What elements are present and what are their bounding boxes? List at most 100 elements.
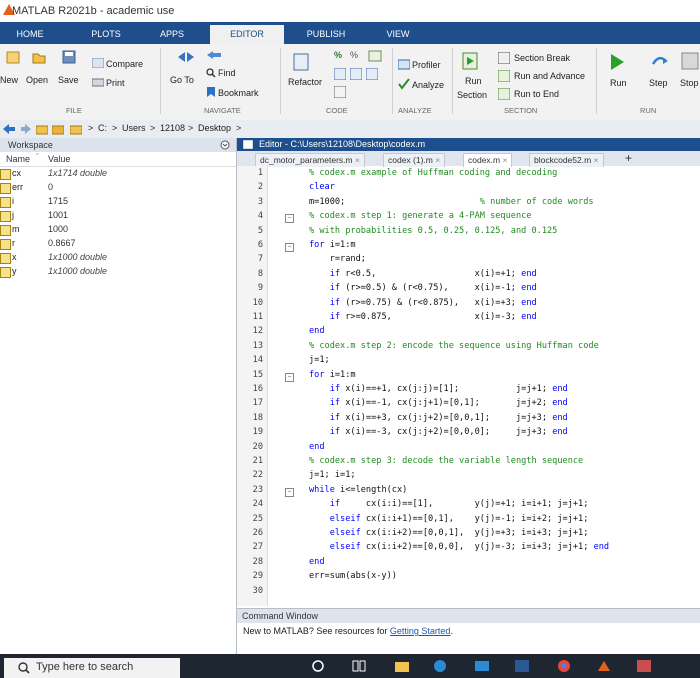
code-line[interactable]: r=rand; (309, 254, 366, 264)
code-line[interactable]: % with probabilities 0.5, 0.25, 0.125, a… (309, 226, 557, 236)
tab-plots[interactable]: PLOTS (84, 25, 128, 44)
code-line[interactable]: j=1; i=1; (309, 470, 356, 480)
workspace-variable-row[interactable]: m 1000 (0, 223, 236, 237)
edge-browser-icon[interactable] (432, 659, 448, 673)
code-line[interactable]: if (r>=0.5) & (r<0.75), x(i)=-1; end (309, 283, 537, 293)
close-icon[interactable]: × (503, 155, 508, 165)
section-break-button[interactable]: Section Break (514, 53, 570, 63)
code-line[interactable]: for i=1:m (309, 240, 356, 250)
code-line[interactable]: elseif cx(i:i+1)==[0,1], y(j)=-1; i=i+2;… (309, 514, 589, 524)
path-12108[interactable]: 12108 (160, 123, 185, 133)
fold-toggle-icon[interactable]: − (285, 372, 294, 382)
column-value-header[interactable]: Value (48, 154, 70, 164)
code-line[interactable]: if cx(i:i)==[1], y(j)=+1; i=i+1; j=j+1; (309, 499, 589, 509)
code-line[interactable]: if r<0.5, x(i)=+1; end (309, 269, 537, 279)
uncomment-icon[interactable]: % (350, 50, 358, 60)
run-button[interactable]: Run (610, 78, 627, 88)
go-to-button[interactable]: Go To (170, 75, 194, 85)
panel-options-icon[interactable] (220, 140, 230, 150)
forward-arrow-icon[interactable] (20, 123, 32, 135)
close-icon[interactable]: × (594, 155, 599, 165)
path-desktop[interactable]: Desktop (198, 123, 231, 133)
tab-home[interactable]: HOME (8, 25, 52, 44)
code-line[interactable]: % codex.m step 1: generate a 4-PAM seque… (309, 211, 531, 221)
new-button[interactable]: New (0, 75, 18, 85)
code-line[interactable]: if (r>=0.75) & (r<0.875), x(i)=+3; end (309, 298, 537, 308)
code-line[interactable]: m=1000; % number of code words (309, 197, 594, 207)
outdent-icon[interactable] (366, 68, 378, 80)
code-line[interactable]: if x(i)==-3, cx(j:j+2)=[0,0,0]; j=j+3; e… (309, 427, 568, 437)
profiler-button[interactable]: Profiler (412, 60, 441, 70)
workspace-variable-row[interactable]: j 1001 (0, 209, 236, 223)
bookmark-button[interactable]: Bookmark (218, 88, 259, 98)
code-line[interactable]: for i=1:m (309, 370, 356, 380)
workspace-variable-row[interactable]: err 0 (0, 181, 236, 195)
app-icon[interactable] (636, 659, 652, 673)
wrap-comments-icon[interactable] (368, 50, 382, 62)
word-icon[interactable] (514, 659, 530, 673)
code-line[interactable]: if x(i)==-1, cx(j:j+1)=[0,1]; j=j+2; end (309, 398, 568, 408)
code-line[interactable]: % codex.m step 2: encode the sequence us… (309, 341, 599, 351)
code-line[interactable]: end (309, 557, 325, 567)
editor-tab-blockcode52[interactable]: blockcode52.m × (529, 153, 604, 167)
find-button[interactable]: Find (218, 68, 236, 78)
code-area[interactable]: 1 2 3 4 5 6 7 8 9 10 11 12 13 14 15 16 17 18 19 20 21 22 23 24 2… (237, 166, 700, 606)
fold-toggle-icon[interactable]: − (285, 214, 294, 224)
compare-button[interactable]: Compare (106, 59, 143, 69)
print-button[interactable]: Print (106, 78, 125, 88)
editor-tab-codex-1[interactable]: codex (1).m × (383, 153, 446, 167)
code-line[interactable]: if r>=0.875, x(i)=-3; end (309, 312, 537, 322)
code-line[interactable]: while i<=length(cx) (309, 485, 407, 495)
step-button[interactable]: Step (649, 78, 668, 88)
code-line[interactable]: end (309, 442, 325, 452)
workspace-variable-row[interactable]: i 1715 (0, 195, 236, 209)
fold-toggle-icon[interactable]: − (285, 243, 294, 252)
close-icon[interactable]: × (355, 155, 360, 165)
comment-percent-icon[interactable]: % (334, 50, 342, 60)
path-users[interactable]: Users (122, 123, 146, 133)
mail-icon[interactable] (474, 659, 490, 673)
code-line[interactable]: err=sum(abs(x-y)) (309, 571, 397, 581)
editor-tab-codex[interactable]: codex.m × (463, 153, 513, 167)
run-and-advance-button[interactable]: Run and Advance (514, 71, 585, 81)
run-section-button-line2[interactable]: Section (457, 90, 487, 100)
run-to-end-button[interactable]: Run to End (514, 89, 559, 99)
open-button[interactable]: Open (26, 75, 48, 85)
indent-icon[interactable] (350, 68, 362, 80)
file-explorer-icon[interactable] (394, 659, 410, 673)
matlab-taskbar-icon[interactable] (596, 659, 612, 673)
code-line[interactable]: elseif cx(i:i+2)==[0,0,1], y(j)=+3; i=i+… (309, 528, 589, 538)
code-line[interactable]: if x(i)==+3, cx(j:j+2)=[0,0,1]; j=j+3; e… (309, 413, 568, 423)
stop-button[interactable]: Stop (680, 78, 699, 88)
tab-view[interactable]: VIEW (368, 25, 428, 44)
tab-editor[interactable]: EDITOR (210, 25, 284, 44)
tab-apps[interactable]: APPS (150, 25, 194, 44)
code-line[interactable]: % codex.m step 3: decode the variable le… (309, 456, 583, 466)
task-view-icon[interactable] (352, 660, 366, 672)
tab-publish[interactable]: PUBLISH (296, 25, 356, 44)
code-line[interactable]: if x(i)==+1, cx(j:j)=[1]; j=j+1; end (309, 384, 568, 394)
code-line[interactable]: end (309, 326, 325, 336)
editor-tab-dc-motor[interactable]: dc_motor_parameters.m × (255, 153, 365, 167)
cortana-icon[interactable] (312, 660, 324, 672)
workspace-variable-row[interactable]: y 1x1000 double (0, 265, 236, 279)
command-window[interactable]: Command Window New to MATLAB? See resour… (237, 608, 700, 655)
up-folder-icon[interactable] (36, 123, 48, 135)
sort-arrow-icon[interactable]: ˇ (36, 152, 39, 162)
browse-folder-icon[interactable] (52, 123, 64, 135)
format-icon[interactable] (334, 86, 346, 98)
close-icon[interactable]: × (435, 155, 440, 165)
back-arrow-icon[interactable] (2, 123, 16, 135)
fold-toggle-icon[interactable]: − (285, 487, 294, 497)
code-line[interactable]: % codex.m example of Huffman coding and … (309, 168, 557, 178)
smart-indent-icon[interactable] (334, 68, 346, 80)
refactor-button[interactable]: Refactor (288, 77, 322, 87)
analyze-button[interactable]: Analyze (412, 80, 444, 90)
run-section-button-line1[interactable]: Run (465, 76, 482, 86)
new-tab-plus-icon[interactable]: + (625, 151, 632, 165)
path-drive[interactable]: C: (98, 123, 107, 133)
workspace-variable-row[interactable]: r 0.8667 (0, 237, 236, 251)
code-line[interactable]: j=1; (309, 355, 330, 365)
getting-started-link[interactable]: Getting Started (390, 626, 451, 636)
taskbar-search-box[interactable]: Type here to search (4, 658, 180, 678)
